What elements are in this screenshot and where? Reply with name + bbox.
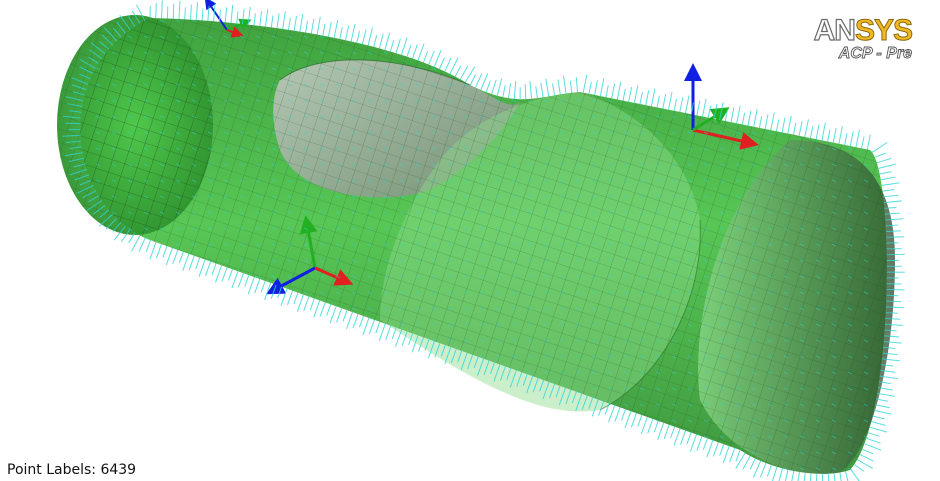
ansys-wordmark: ANSYS	[813, 14, 913, 47]
3d-viewport[interactable]	[0, 0, 940, 481]
product-subtitle: ACP - Pre	[838, 45, 912, 62]
point-labels-status: Point Labels: 6439	[7, 462, 137, 478]
ansys-logo: ANSYS ACP - Pre	[813, 14, 913, 62]
left-end-mesh	[57, 15, 213, 235]
